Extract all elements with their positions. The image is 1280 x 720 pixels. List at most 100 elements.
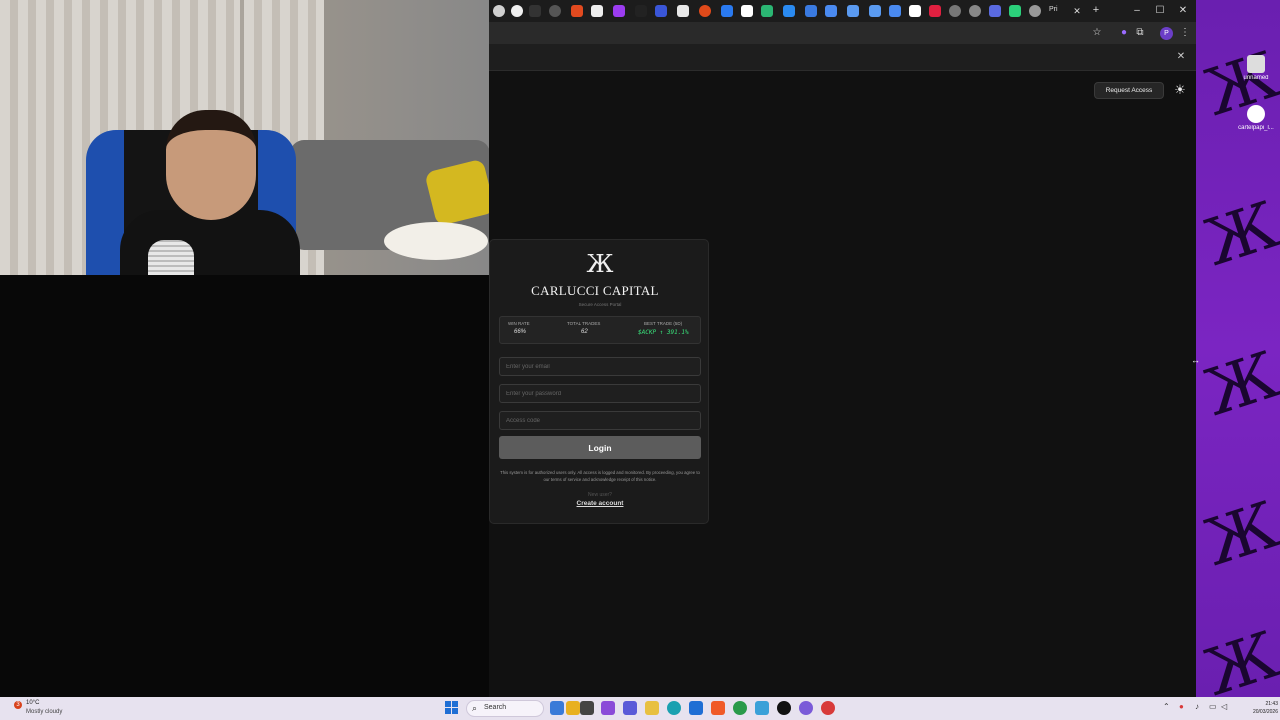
taskbar-search[interactable]: ⌕ Search <box>466 700 544 717</box>
security-icon[interactable]: ● <box>1179 702 1184 711</box>
brand-logo-icon: Ж <box>586 250 614 278</box>
desktop: Ж Ж Ж Ж Ж unnamed cartelpapi_l... Pri ✕ … <box>0 0 1280 711</box>
desktop-icon-label: cartelpapi_l... <box>1238 125 1274 131</box>
resize-cursor-icon: ↔ <box>1191 355 1200 365</box>
extensions-puzzle-icon[interactable]: ⧉ <box>1133 26 1147 40</box>
login-card: Ж CARLUCCI CAPITAL Secure Access Portal … <box>489 239 709 524</box>
file-icon <box>1247 55 1265 73</box>
tab-favicon[interactable] <box>613 5 625 17</box>
taskbar-app-icon[interactable] <box>689 701 703 715</box>
tab-favicon[interactable] <box>1009 5 1021 17</box>
request-access-button[interactable]: Request Access <box>1094 82 1164 99</box>
create-account-link[interactable]: Create account <box>490 500 710 507</box>
taskbar-app-icon[interactable] <box>566 701 580 715</box>
tab-favicon[interactable] <box>847 5 859 17</box>
stats-panel: WIN RATE 66% TOTAL TRADES 62 BEST TRADE … <box>499 316 701 344</box>
tab-favicon[interactable] <box>655 5 667 17</box>
info-bar: ✕ <box>489 44 1196 71</box>
tab-favicon[interactable] <box>805 5 817 17</box>
minimize-button[interactable]: – <box>1127 3 1147 19</box>
chrome-icon[interactable] <box>733 701 747 715</box>
maximize-button[interactable]: ☐ <box>1150 3 1170 19</box>
tab-favicon[interactable] <box>989 5 1001 17</box>
stat-total-trades: TOTAL TRADES 62 <box>567 321 600 335</box>
taskbar-app-icon[interactable] <box>777 701 791 715</box>
microphone-icon[interactable]: ♪ <box>1195 702 1199 711</box>
tab-favicon[interactable] <box>909 5 921 17</box>
tab-favicon[interactable] <box>591 5 603 17</box>
login-button[interactable]: Login <box>499 436 701 459</box>
access-code-field[interactable] <box>499 411 701 430</box>
stat-value: 66% <box>514 329 527 335</box>
tab-favicon[interactable] <box>761 5 773 17</box>
close-infobar-icon[interactable]: ✕ <box>1175 51 1187 63</box>
desktop-icon-unnamed[interactable]: unnamed <box>1236 55 1276 81</box>
close-window-button[interactable]: ✕ <box>1173 3 1193 19</box>
tab-favicon[interactable] <box>889 5 901 17</box>
stat-best-trade: BEST TRADE (5D) $ACKP ↑ 391.1% <box>638 321 689 336</box>
tab-favicon[interactable] <box>929 5 941 17</box>
tab-favicon[interactable] <box>721 5 733 17</box>
close-tab-icon[interactable]: ✕ <box>1070 4 1084 18</box>
tab-favicon[interactable] <box>783 5 795 17</box>
browser-window: Pri ✕ + – ☐ ✕ ☆ ● ⧉ ⋮ P ✕ Request Access… <box>489 0 1196 697</box>
taskbar-app-icon[interactable] <box>821 701 835 715</box>
tab-favicon[interactable] <box>529 5 541 17</box>
active-tab-title[interactable]: Pri <box>1049 6 1058 13</box>
weather-badge-icon: 3 <box>14 701 22 709</box>
taskbar-app-icon[interactable] <box>601 701 615 715</box>
brand-title: CARLUCCI CAPITAL <box>531 283 659 298</box>
extension-icon[interactable]: ● <box>1117 26 1131 40</box>
edge-browser-icon[interactable] <box>667 701 681 715</box>
tab-favicon[interactable] <box>825 5 837 17</box>
desktop-icon-cartelpapi[interactable]: cartelpapi_l... <box>1236 105 1276 131</box>
tab-favicon[interactable] <box>969 5 981 17</box>
legal-notice: This system is for authorized users only… <box>500 470 700 482</box>
search-icon: ⌕ <box>472 703 478 713</box>
stat-label: BEST TRADE (5D) <box>644 321 683 326</box>
tab-favicon[interactable] <box>677 5 689 17</box>
tab-favicon[interactable] <box>949 5 961 17</box>
brave-browser-icon[interactable] <box>711 701 725 715</box>
person-head <box>166 110 256 220</box>
file-explorer-icon[interactable] <box>645 701 659 715</box>
tab-favicon[interactable] <box>869 5 881 17</box>
portal-subtitle: Secure Access Portal <box>578 302 622 307</box>
microphone <box>148 240 194 275</box>
taskbar-app-icon[interactable] <box>755 701 769 715</box>
tab-favicon[interactable] <box>699 5 711 17</box>
password-field[interactable] <box>499 384 701 403</box>
email-field[interactable] <box>499 357 701 376</box>
weather-widget[interactable]: 3 10°C Mostly cloudy <box>12 699 72 718</box>
tab-favicon[interactable] <box>1029 5 1041 17</box>
clock-time: 21:43 <box>1265 701 1278 707</box>
stat-value: 62 <box>581 329 588 335</box>
page-viewport: Request Access ☀ Ж CARLUCCI CAPITAL Secu… <box>489 71 1196 697</box>
tab-favicon[interactable] <box>511 5 523 17</box>
tab-favicon[interactable] <box>635 5 647 17</box>
start-button[interactable] <box>445 701 459 715</box>
taskbar-app-icon[interactable] <box>580 701 594 715</box>
network-icon[interactable]: ▭ <box>1209 702 1217 711</box>
tab-strip: Pri ✕ + – ☐ ✕ <box>489 0 1196 22</box>
taskbar-app-icon[interactable] <box>623 701 637 715</box>
new-tab-button[interactable]: + <box>1089 3 1103 17</box>
stat-value: $ACKP ↑ 391.1% <box>638 329 689 336</box>
browser-menu-icon[interactable]: ⋮ <box>1178 26 1192 40</box>
stat-label: TOTAL TRADES <box>567 321 601 326</box>
tab-favicon[interactable] <box>549 5 561 17</box>
tab-favicon[interactable] <box>571 5 583 17</box>
tray-overflow-icon[interactable]: ⌃ <box>1163 702 1170 711</box>
desktop-icon-label: unnamed <box>1243 75 1269 81</box>
tab-favicon[interactable] <box>493 5 505 17</box>
taskbar-app-icon[interactable] <box>799 701 813 715</box>
profile-avatar[interactable]: P <box>1160 27 1173 40</box>
volume-icon[interactable]: ◁ <box>1221 702 1227 711</box>
taskbar-app-icon[interactable] <box>550 701 564 715</box>
new-user-label: New user? <box>588 492 612 498</box>
bookmark-star-icon[interactable]: ☆ <box>1090 26 1104 40</box>
theme-toggle-icon[interactable]: ☀ <box>1172 82 1188 98</box>
browser-toolbar: ☆ ● ⧉ ⋮ <box>489 22 1196 44</box>
tab-favicon[interactable] <box>741 5 753 17</box>
system-clock[interactable]: 21:43 20/03/2026 <box>1234 700 1278 716</box>
